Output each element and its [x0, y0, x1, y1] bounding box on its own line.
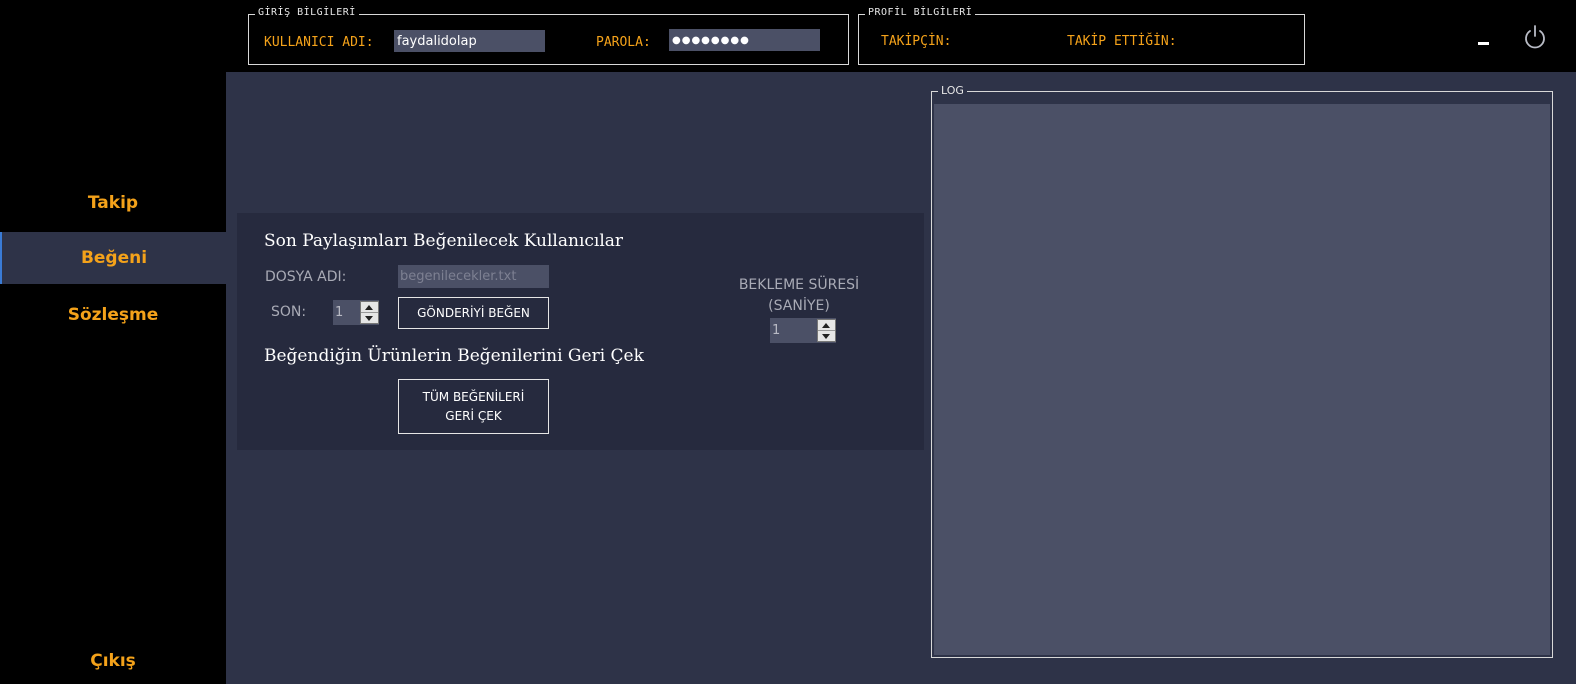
recent-posts-title: Son Paylaşımları Beğenilecek Kullanıcıla…	[264, 231, 624, 251]
username-label: KULLANICI ADI:	[264, 35, 374, 50]
following-label: TAKİP ETTİĞİN:	[1067, 34, 1177, 49]
profile-info-title: PROFİL BİLGİLERİ	[865, 7, 976, 18]
sidebar: Takip Beğeni Sözleşme Çıkış	[0, 72, 226, 684]
minimize-icon[interactable]	[1473, 28, 1493, 48]
last-count-stepper[interactable]	[333, 300, 379, 325]
stepper-down-icon[interactable]	[818, 331, 835, 342]
profile-info-group: PROFİL BİLGİLERİ TAKİPÇİN: TAKİP ETTİĞİN…	[858, 7, 1305, 65]
wait-time-label: BEKLEME SÜRESİ (SANİYE)	[726, 275, 872, 317]
stepper-down-icon[interactable]	[361, 313, 378, 324]
sidebar-item-label: Sözleşme	[67, 305, 159, 325]
file-name-label: DOSYA ADI:	[265, 269, 347, 285]
sidebar-item-sozlesme[interactable]: Sözleşme	[0, 289, 226, 341]
like-post-button-label: GÖNDERİYİ BEĞEN	[417, 305, 530, 320]
password-input[interactable]	[669, 29, 820, 51]
file-name-input[interactable]	[398, 265, 549, 288]
wait-time-stepper[interactable]	[770, 318, 836, 343]
unlike-section-title: Beğendiğin Ürünlerin Beğenilerini Geri Ç…	[264, 346, 644, 366]
power-icon[interactable]	[1521, 23, 1549, 51]
top-bar: GİRİŞ BİLGİLERİ KULLANICI ADI: PAROLA: P…	[0, 0, 1576, 72]
log-textarea[interactable]	[934, 104, 1550, 655]
stepper-up-icon[interactable]	[361, 302, 378, 313]
last-count-label: SON:	[271, 304, 307, 320]
wait-time-label-line2: (SANİYE)	[768, 298, 830, 314]
sidebar-item-label: Beğeni	[80, 248, 148, 268]
unlike-all-line2: GERİ ÇEK	[445, 408, 502, 423]
wait-time-label-line1: BEKLEME SÜRESİ	[738, 277, 860, 293]
password-label: PAROLA:	[596, 35, 651, 50]
login-info-title: GİRİŞ BİLGİLERİ	[255, 7, 359, 18]
followers-label: TAKİPÇİN:	[881, 34, 952, 49]
login-info-group: GİRİŞ BİLGİLERİ KULLANICI ADI: PAROLA:	[248, 7, 849, 65]
stepper-buttons	[817, 319, 836, 342]
log-title: LOG	[938, 84, 967, 97]
sidebar-item-label: Takip	[87, 193, 139, 213]
log-group: LOG	[931, 84, 1553, 658]
sidebar-item-begeni[interactable]: Beğeni	[0, 232, 226, 284]
exit-label: Çıkış	[90, 651, 136, 671]
stepper-up-icon[interactable]	[818, 320, 835, 331]
sidebar-item-takip[interactable]: Takip	[0, 177, 226, 229]
stepper-buttons	[360, 301, 379, 324]
username-input[interactable]	[394, 30, 545, 52]
unlike-all-line1: TÜM BEĞENİLERİ	[422, 389, 525, 404]
unlike-all-button[interactable]: TÜM BEĞENİLERİ GERİ ÇEK	[398, 379, 549, 434]
like-post-button[interactable]: GÖNDERİYİ BEĞEN	[398, 297, 549, 329]
exit-button[interactable]: Çıkış	[0, 635, 226, 684]
